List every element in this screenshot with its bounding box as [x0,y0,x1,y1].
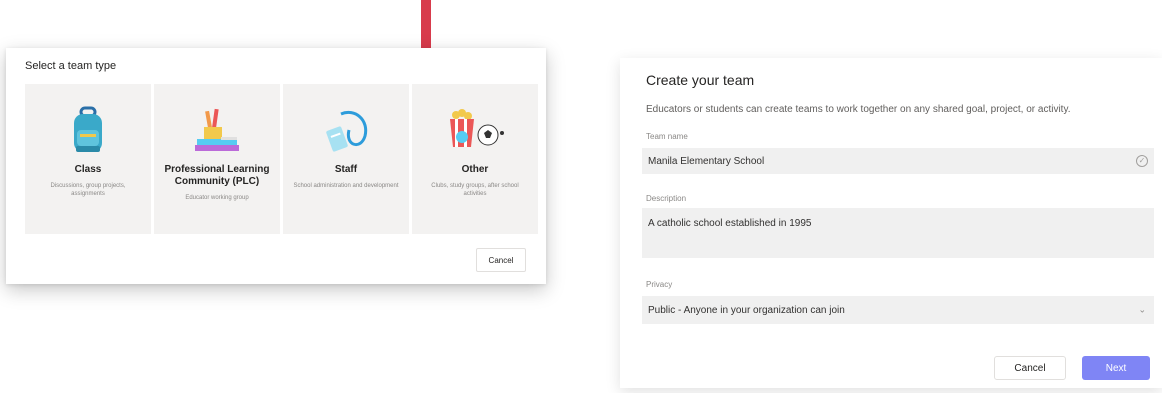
create-team-dialog: Create your team Educators or students c… [620,58,1162,388]
team-name-field[interactable]: Manila Elementary School ✓ [642,148,1154,174]
description-label: Description [646,194,687,203]
team-type-card-staff[interactable]: Staff School administration and developm… [283,84,409,234]
select-team-type-dialog: Select a team type Class Discussions, gr… [6,48,546,284]
popcorn-ball-icon [412,104,538,158]
description-value: A catholic school established in 1995 [648,218,812,229]
chevron-down-icon: ⌄ [1138,304,1146,315]
dialog-title: Select a team type [25,60,117,72]
team-type-card-class[interactable]: Class Discussions, group projects, assig… [25,84,151,234]
privacy-value: Public - Anyone in your organization can… [648,304,845,316]
team-type-card-other[interactable]: Other Clubs, study groups, after school … [412,84,538,234]
team-type-cards: Class Discussions, group projects, assig… [25,84,538,234]
team-name-label: Team name [646,132,688,141]
description-field[interactable]: A catholic school established in 1995 [642,208,1154,258]
check-circle-icon: ✓ [1136,155,1148,167]
cancel-button[interactable]: Cancel [994,356,1066,380]
card-label: Professional Learning Community (PLC) [164,164,270,187]
card-description: School administration and development [293,183,399,189]
next-button[interactable]: Next [1082,356,1150,380]
card-description: Discussions, group projects, assignments [50,183,126,197]
card-label: Other [461,164,489,175]
lanyard-badge-icon [283,104,409,158]
card-description: Clubs, study groups, after school activi… [431,183,519,197]
team-type-card-plc[interactable]: Professional Learning Community (PLC) Ed… [154,84,280,234]
dialog-title: Create your team [646,72,755,88]
team-name-value: Manila Elementary School [648,155,765,167]
privacy-select[interactable]: Public - Anyone in your organization can… [642,296,1154,324]
card-label: Class [74,164,102,175]
card-label: Staff [334,164,358,175]
cancel-button[interactable]: Cancel [476,248,526,272]
backpack-icon [25,104,151,158]
screenshot-stage: Select a team type Class Discussions, gr… [0,0,1162,393]
dialog-subtitle: Educators or students can create teams t… [646,104,1071,115]
books-pencils-icon [154,104,280,158]
card-description: Educator working group [185,195,249,201]
privacy-label: Privacy [646,280,673,289]
